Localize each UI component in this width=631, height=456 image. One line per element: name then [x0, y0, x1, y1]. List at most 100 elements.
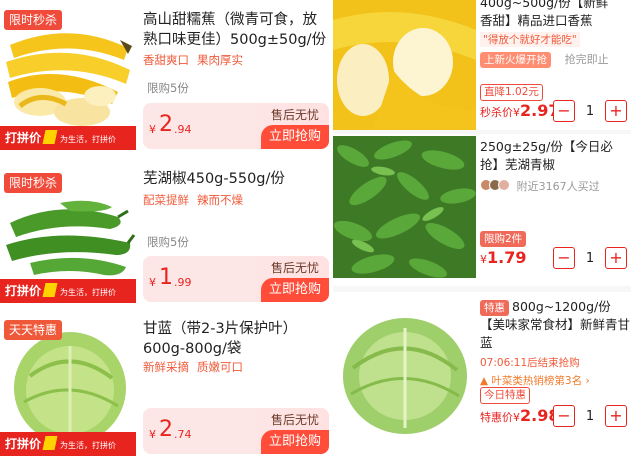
new-hot-tag: 上新火爆开抢: [480, 52, 551, 68]
review-quote: "得放个就好才能吃": [480, 32, 580, 47]
price-integer: 1: [159, 265, 173, 290]
product-features: 香甜爽口 果肉厚实: [143, 52, 243, 68]
banana-peeled-image: [333, 0, 476, 130]
product-image-pepper[interactable]: [333, 136, 476, 278]
price-decimal: .74: [174, 428, 192, 441]
currency-symbol: ¥: [149, 428, 156, 441]
price-label: 特惠价: [480, 411, 513, 424]
price-row: 特惠价¥2.98: [480, 406, 559, 425]
currency-symbol: ¥: [513, 106, 520, 119]
price-row: 秒杀价¥2.97: [480, 101, 559, 120]
after-sales-guarantee: 售后无忧: [270, 108, 319, 122]
price-cut-tag-wrap: 直降1.02元: [480, 80, 543, 101]
pin-price-slogan: 为生活，打拼价: [60, 135, 117, 144]
product-card-imported-banana[interactable]: 400g~500g/份【新鲜 香甜】精品进口香蕉 "得放个就好才能吃" 上新火爆…: [333, 0, 631, 130]
product-info: 400g~500g/份【新鲜 香甜】精品进口香蕉 "得放个就好才能吃" 上新火爆…: [480, 0, 630, 68]
price-box: ¥ 1 .99 售后无忧 立即抢购: [143, 256, 329, 302]
buy-now-button[interactable]: 立即抢购: [261, 278, 329, 302]
price-label: 秒杀价: [480, 106, 513, 119]
green-pepper-pile-image: [333, 136, 476, 278]
product-image-cabbage[interactable]: 天天特惠 打拼价 为生活，打拼价: [0, 316, 136, 456]
price-integer: 2: [159, 417, 173, 442]
feature-tag: 果肉厚实: [197, 53, 243, 67]
special-tag: 特惠: [480, 300, 509, 316]
limit-tag-wrap: 限购2件: [480, 227, 527, 247]
product-title-cut[interactable]: 400g~500g/份【新鲜: [480, 0, 630, 12]
product-title[interactable]: 高山甜糯蕉（微青可食，放熟口味更佳）500g±50g/份: [143, 10, 331, 50]
currency-symbol: ¥: [149, 123, 156, 136]
purchase-limit: 限购5份: [147, 235, 189, 249]
countdown-text: 07:06:11后结束抢购: [480, 357, 580, 369]
decrease-button[interactable]: −: [553, 100, 575, 122]
flag-icon: [42, 283, 58, 297]
product-card-green-cabbage[interactable]: 特惠 800g~1200g/份【美味家常食材】新鲜青甘蓝 07:06:11后结束抢…: [333, 292, 631, 456]
feature-tag: 配菜提鲜: [143, 193, 189, 207]
quantity-stepper: − 1 +: [553, 405, 627, 427]
price-integer: 2: [159, 112, 173, 137]
product-features: 配菜提鲜 辣而不燥: [143, 192, 243, 208]
product-title[interactable]: 芜湖椒450g-550g/份: [143, 169, 331, 189]
product-card-pepper[interactable]: 限时秒杀 打拼价 为生活，打拼价 芜湖椒450g-550g/份 配菜提鲜 辣而不燥 …: [0, 163, 333, 303]
feature-tag: 质嫩可口: [197, 360, 243, 374]
today-deal-tag: 今日特惠: [480, 387, 530, 404]
currency-symbol: ¥: [513, 411, 520, 424]
pin-price-banner: 打拼价 为生活，打拼价: [0, 432, 136, 456]
buyers-count: 附近3167人买过: [516, 180, 600, 193]
product-card-green-pepper[interactable]: 250g±25g/份【今日必抢】芜湖青椒 附近3167人买过 限购2件 ¥1.7…: [333, 134, 631, 286]
buyers-row: 附近3167人买过: [480, 178, 630, 194]
price-decimal: .99: [174, 276, 192, 289]
product-info: 250g±25g/份【今日必抢】芜湖青椒 附近3167人买过: [480, 138, 630, 194]
product-title-wrap: 特惠 800g~1200g/份【美味家常食材】新鲜青甘蓝: [480, 298, 630, 352]
product-image-banana[interactable]: 限时秒杀 打拼价 为生活，打拼价: [0, 0, 136, 150]
quantity-stepper: − 1 +: [553, 100, 627, 122]
feature-tag: 新鲜采摘: [143, 360, 189, 374]
left-product-list: 限时秒杀 打拼价 为生活，打拼价 高山甜糯蕉（微青可食，放熟口味更佳）500g±5…: [0, 0, 333, 456]
price-value: 1.79: [487, 248, 527, 267]
currency-symbol: ¥: [149, 276, 156, 289]
product-card-cabbage[interactable]: 天天特惠 打拼价 为生活，打拼价 甘蓝（带2-3片保护叶）600g-800g/袋 …: [0, 316, 333, 456]
increase-button[interactable]: +: [605, 247, 627, 269]
product-image-banana[interactable]: [333, 0, 476, 130]
product-title[interactable]: 甘蓝（带2-3片保护叶）600g-800g/袋: [143, 319, 331, 359]
quantity-value[interactable]: 1: [575, 104, 605, 119]
pin-price-slogan: 为生活，打拼价: [60, 441, 117, 450]
product-title[interactable]: 香甜】精品进口香蕉: [480, 12, 630, 30]
avatar: [498, 179, 510, 191]
after-sales-guarantee: 售后无忧: [270, 413, 319, 427]
price-box: ¥ 2 .74 售后无忧 立即抢购: [143, 408, 329, 454]
product-title[interactable]: 250g±25g/份【今日必抢】芜湖青椒: [480, 138, 630, 174]
feature-tag: 辣而不燥: [197, 193, 243, 207]
pin-price-banner: 打拼价 为生活，打拼价: [0, 126, 136, 150]
price-row: ¥1.79: [480, 248, 526, 267]
quantity-value[interactable]: 1: [575, 251, 605, 266]
quantity-stepper: − 1 +: [553, 247, 627, 269]
price-box: ¥ 2 .94 售后无忧 立即抢购: [143, 103, 329, 149]
pin-price-label: 打拼价: [5, 437, 42, 451]
buy-now-button[interactable]: 立即抢购: [261, 125, 329, 149]
product-image-cabbage[interactable]: [333, 298, 476, 448]
currency-symbol: ¥: [480, 253, 487, 266]
cabbage-image: [333, 298, 476, 448]
decrease-button[interactable]: −: [553, 247, 575, 269]
right-product-list: 400g~500g/份【新鲜 香甜】精品进口香蕉 "得放个就好才能吃" 上新火爆…: [333, 0, 631, 456]
increase-button[interactable]: +: [605, 100, 627, 122]
product-card-banana[interactable]: 限时秒杀 打拼价 为生活，打拼价 高山甜糯蕉（微青可食，放熟口味更佳）500g±5…: [0, 0, 333, 152]
pin-price-label: 打拼价: [5, 284, 42, 298]
flag-icon: [42, 130, 58, 144]
buyer-avatars: [480, 179, 510, 194]
pin-price-banner: 打拼价 为生活，打拼价: [0, 279, 136, 303]
decrease-button[interactable]: −: [553, 405, 575, 427]
flag-icon: [42, 436, 58, 450]
pin-price-label: 打拼价: [5, 131, 42, 145]
product-image-pepper[interactable]: 限时秒杀 打拼价 为生活，打拼价: [0, 163, 136, 303]
badge-daily-deal: 天天特惠: [4, 320, 63, 340]
product-info: 特惠 800g~1200g/份【美味家常食材】新鲜青甘蓝 07:06:11后结束抢…: [480, 298, 630, 388]
increase-button[interactable]: +: [605, 405, 627, 427]
price-decimal: .94: [174, 123, 192, 136]
purchase-limit-tag: 限购2件: [480, 231, 527, 247]
buy-now-button[interactable]: 立即抢购: [261, 430, 329, 454]
purchase-limit: 限购5份: [147, 81, 189, 95]
product-features: 新鲜采摘 质嫩可口: [143, 359, 243, 375]
today-tag-wrap: 今日特惠: [480, 383, 530, 404]
quantity-value[interactable]: 1: [575, 409, 605, 424]
